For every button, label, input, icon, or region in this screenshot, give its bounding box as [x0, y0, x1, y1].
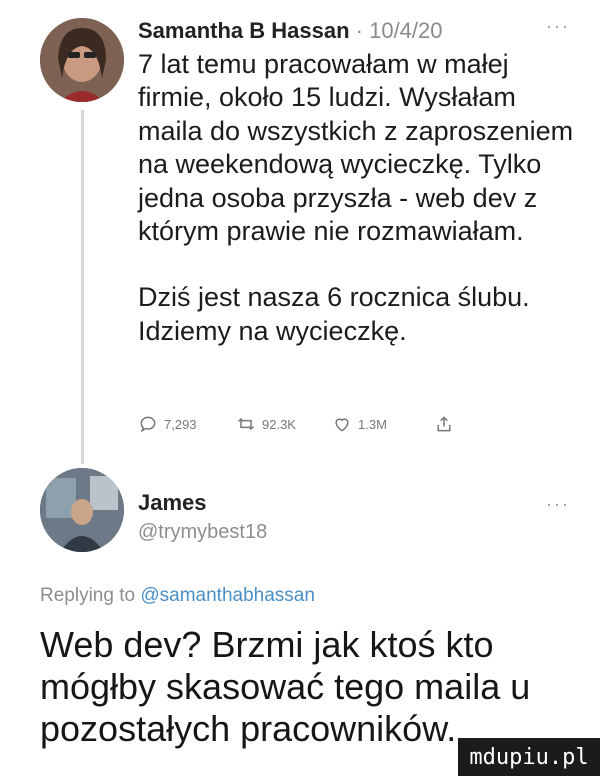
heart-icon	[335, 418, 349, 432]
author-name[interactable]: Samantha B Hassan	[138, 18, 350, 43]
thread-line	[81, 110, 84, 464]
replying-to-label: Replying to	[40, 585, 136, 606]
mention-link[interactable]: @samanthabhassan	[140, 585, 315, 606]
more-options-icon[interactable]: ···	[546, 494, 570, 515]
tweet-paragraph: Dziś jest nasza 6 rocznica ślubu. Idziem…	[138, 282, 530, 346]
tweet-date[interactable]: · 10/4/20	[356, 18, 443, 43]
tweet-actions: 7,293 92.3K 1.3M	[138, 414, 568, 436]
share-button[interactable]	[434, 414, 454, 434]
more-options-icon[interactable]: ···	[546, 16, 570, 37]
retweet-icon	[237, 417, 255, 431]
tweet-body: 7 lat temu pracowałam w małej firmie, ok…	[138, 48, 578, 348]
tweet-paragraph: 7 lat temu pracowałam w małej firmie, ok…	[138, 49, 574, 247]
reply-button[interactable]: 7,293	[138, 414, 197, 434]
reply-body: Web dev? Brzmi jak ktoś kto mógłby skaso…	[40, 624, 531, 749]
avatar[interactable]	[40, 468, 124, 552]
like-button[interactable]: 1.3M	[332, 414, 387, 434]
reply-icon	[140, 416, 156, 433]
tweet-header: Samantha B Hassan · 10/4/20	[138, 18, 443, 44]
watermark-logo: mdupiu.pl	[458, 738, 600, 776]
like-count: 1.3M	[358, 416, 387, 432]
retweet-count: 92.3K	[262, 416, 296, 432]
reply-author-handle[interactable]: @trymybest18	[138, 521, 267, 544]
share-icon	[437, 416, 451, 432]
retweet-button[interactable]: 92.3K	[236, 414, 296, 434]
avatar[interactable]	[40, 18, 124, 102]
reply-author-name[interactable]: James	[138, 490, 207, 516]
reply-count: 7,293	[164, 416, 197, 432]
replying-to: Replying to @samanthabhassan	[40, 585, 315, 607]
